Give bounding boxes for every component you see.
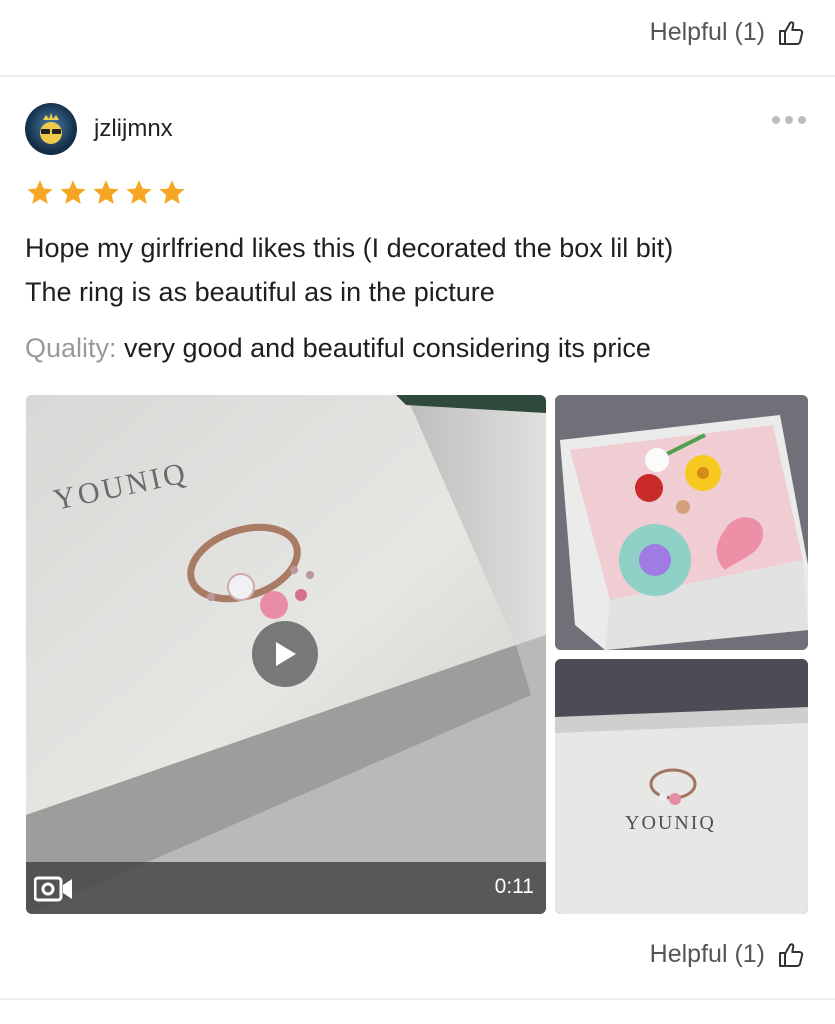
video-info-bar: 0:11 bbox=[26, 862, 546, 914]
helpful-label: Helpful (1) bbox=[649, 940, 765, 968]
review-photo[interactable]: YOUNIQ bbox=[555, 659, 808, 914]
thumbs-up-icon bbox=[779, 20, 804, 45]
username[interactable]: jzlijmnx bbox=[94, 115, 173, 143]
star-icon bbox=[126, 180, 152, 204]
divider bbox=[0, 998, 835, 1000]
quality-value: very good and beautiful considering its … bbox=[116, 333, 651, 363]
quality-attribute: Quality: very good and beautiful conside… bbox=[25, 330, 815, 366]
more-icon[interactable] bbox=[772, 113, 808, 127]
quality-label: Quality: bbox=[25, 333, 117, 363]
review-page: Helpful (1) jzlijmnx Hope my girlfriend … bbox=[0, 0, 835, 1024]
decorated-box-photo bbox=[555, 395, 808, 650]
star-icon bbox=[159, 180, 185, 204]
avatar[interactable] bbox=[25, 103, 77, 155]
review-photo[interactable] bbox=[555, 395, 808, 650]
star-icon bbox=[27, 180, 53, 204]
helpful-button-bottom[interactable]: Helpful (1) bbox=[650, 940, 805, 969]
divider bbox=[0, 75, 835, 77]
review-text-line: Hope my girlfriend likes this (I decorat… bbox=[25, 233, 674, 263]
play-icon[interactable] bbox=[252, 621, 318, 687]
thumbs-up-icon bbox=[779, 942, 804, 967]
video-camera-icon bbox=[34, 876, 72, 902]
video-duration: 0:11 bbox=[494, 875, 534, 898]
box-brand-text: YOUNIQ bbox=[625, 812, 716, 834]
review-text: Hope my girlfriend likes this (I decorat… bbox=[25, 226, 815, 314]
rating-stars bbox=[25, 178, 187, 208]
star-icon bbox=[93, 180, 119, 204]
star-icon bbox=[60, 180, 86, 204]
ring-on-box-photo: YOUNIQ bbox=[555, 659, 808, 914]
review-text-line: The ring is as beautiful as in the pictu… bbox=[25, 277, 495, 307]
helpful-button-top[interactable]: Helpful (1) bbox=[650, 18, 805, 47]
helpful-label: Helpful (1) bbox=[649, 18, 765, 46]
review-video[interactable]: YOUNIQ 0:11 bbox=[26, 395, 546, 914]
